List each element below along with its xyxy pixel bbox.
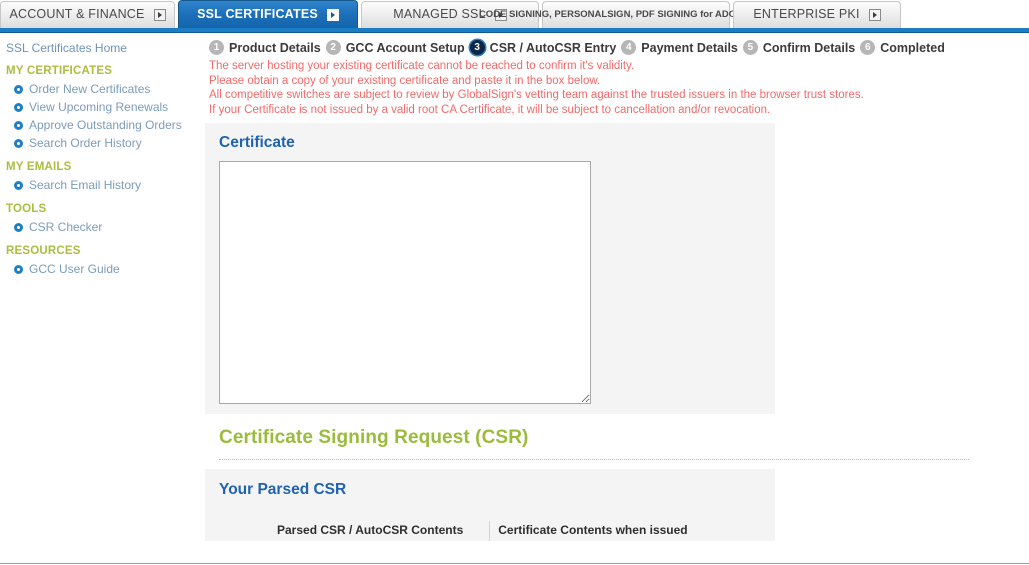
sidebar-item-label: Search Email History bbox=[29, 178, 142, 192]
sidebar-item-label: Order New Certificates bbox=[29, 82, 151, 96]
sidebar-item-csr-checker[interactable]: CSR Checker bbox=[5, 218, 205, 236]
tab-label: ACCOUNT & FINANCE bbox=[9, 7, 145, 22]
column-header-certificate-contents: Certificate Contents when issued bbox=[489, 521, 714, 542]
tab-ssl-certificates[interactable]: SSL CERTIFICATES bbox=[178, 0, 358, 28]
step-label: Completed bbox=[880, 40, 945, 55]
step-label: CSR / AutoCSR Entry bbox=[489, 40, 617, 55]
step-number: 5 bbox=[742, 40, 758, 55]
step-label: GCC Account Setup bbox=[345, 40, 465, 55]
warning-message: The server hosting your existing certifi… bbox=[205, 59, 1029, 117]
parsed-csr-panel: Your Parsed CSR Parsed CSR / AutoCSR Con… bbox=[205, 469, 775, 542]
parsed-csr-title: Your Parsed CSR bbox=[219, 481, 347, 499]
bullet-icon bbox=[14, 138, 23, 148]
certificate-section-title: Certificate bbox=[219, 134, 295, 152]
step-number: 2 bbox=[325, 40, 341, 55]
step-label: Confirm Details bbox=[762, 40, 856, 55]
step-number: 6 bbox=[860, 40, 876, 55]
sidebar-item-ssl-certificates-home[interactable]: SSL Certificates Home bbox=[5, 41, 205, 65]
warning-line-2: Please obtain a copy of your existing ce… bbox=[209, 74, 601, 87]
sidebar-group-title: MY CERTIFICATES bbox=[6, 65, 113, 77]
step-number: 4 bbox=[621, 40, 637, 55]
step-product-details[interactable]: 1 Product Details bbox=[209, 40, 321, 55]
tab-enterprise-pki[interactable]: ENTERPRISE PKI bbox=[733, 1, 901, 28]
sidebar-group-title: RESOURCES bbox=[6, 245, 81, 257]
step-confirm-details[interactable]: 5 Confirm Details bbox=[742, 40, 856, 55]
tab-label: ENTERPRISE PKI bbox=[753, 7, 860, 22]
main-content: 1 Product Details 2 GCC Account Setup 3 … bbox=[205, 33, 1029, 563]
sidebar-item-view-upcoming-renewals[interactable]: View Upcoming Renewals bbox=[5, 98, 205, 116]
step-number: 1 bbox=[209, 40, 224, 55]
sidebar-item-search-order-history[interactable]: Search Order History bbox=[5, 134, 205, 152]
sidebar-item-order-new-certificates[interactable]: Order New Certificates bbox=[5, 80, 205, 98]
step-completed[interactable]: 6 Completed bbox=[860, 40, 945, 55]
sidebar-item-approve-outstanding-orders[interactable]: Approve Outstanding Orders bbox=[5, 116, 205, 134]
dropdown-icon[interactable] bbox=[326, 8, 339, 21]
column-header-parsed-csr-contents: Parsed CSR / AutoCSR Contents bbox=[277, 523, 464, 538]
sidebar-item-label: GCC User Guide bbox=[29, 262, 120, 276]
warning-line-1: The server hosting your existing certifi… bbox=[209, 60, 635, 72]
sidebar-group-my-certificates: MY CERTIFICATES Order New Certificates V… bbox=[5, 65, 205, 152]
sidebar-item-label: Search Order History bbox=[29, 136, 142, 150]
sidebar-item-label: CSR Checker bbox=[29, 220, 103, 234]
tab-code-signing[interactable]: CODE SIGNING, PERSONALSIGN, PDF SIGNING … bbox=[479, 1, 794, 28]
certificate-panel: Certificate bbox=[205, 123, 775, 415]
main-tab-bar: ACCOUNT & FINANCE SSL CERTIFICATES MANAG… bbox=[0, 0, 1029, 28]
dropdown-icon[interactable] bbox=[868, 9, 881, 21]
sidebar-group-title: TOOLS bbox=[6, 203, 47, 215]
sidebar-item-label: Approve Outstanding Orders bbox=[29, 118, 182, 132]
step-payment-details[interactable]: 4 Payment Details bbox=[621, 40, 738, 55]
step-label: Product Details bbox=[229, 40, 321, 55]
tab-account-and-finance[interactable]: ACCOUNT & FINANCE bbox=[0, 1, 175, 28]
table-header-row: Parsed CSR / AutoCSR Contents Certificat… bbox=[269, 521, 714, 542]
step-label: Payment Details bbox=[641, 40, 738, 55]
sidebar-item-label: View Upcoming Renewals bbox=[29, 100, 169, 114]
csr-section-title: Certificate Signing Request (CSR) bbox=[219, 427, 529, 449]
step-progress-bar: 1 Product Details 2 GCC Account Setup 3 … bbox=[205, 40, 1029, 55]
bullet-icon bbox=[14, 120, 23, 130]
parsed-csr-table: Parsed CSR / AutoCSR Contents Certificat… bbox=[269, 521, 714, 542]
section-divider bbox=[219, 459, 969, 461]
step-gcc-account-setup[interactable]: 2 GCC Account Setup bbox=[325, 40, 465, 55]
sidebar: SSL Certificates Home MY CERTIFICATES Or… bbox=[0, 33, 205, 563]
bullet-icon bbox=[14, 84, 23, 94]
warning-line-3: All competitive switches are subject to … bbox=[209, 89, 864, 102]
panel-spacer bbox=[219, 404, 775, 414]
sidebar-group-my-emails: MY EMAILS Search Email History bbox=[5, 161, 205, 194]
bullet-icon bbox=[14, 180, 23, 190]
sidebar-item-gcc-user-guide[interactable]: GCC User Guide bbox=[5, 260, 205, 278]
bullet-icon bbox=[14, 102, 23, 112]
sidebar-group-resources: RESOURCES GCC User Guide bbox=[5, 245, 205, 278]
tab-label: MANAGED SSL bbox=[393, 7, 486, 22]
tab-label: SSL CERTIFICATES bbox=[197, 6, 318, 21]
tab-label: CODE SIGNING, PERSONALSIGN, PDF SIGNING … bbox=[478, 9, 773, 21]
page-body: SSL Certificates Home MY CERTIFICATES Or… bbox=[0, 33, 1029, 564]
tab-bar-underline bbox=[0, 28, 1029, 33]
sidebar-group-title: MY EMAILS bbox=[6, 161, 72, 173]
certificate-textarea[interactable] bbox=[219, 161, 591, 405]
step-number: 3 bbox=[469, 40, 485, 55]
bullet-icon bbox=[14, 264, 23, 274]
warning-line-4: If your Certificate is not issued by a v… bbox=[209, 103, 771, 116]
step-csr-autocsr-entry[interactable]: 3 CSR / AutoCSR Entry bbox=[469, 40, 617, 55]
dropdown-icon[interactable] bbox=[153, 9, 166, 21]
bullet-icon bbox=[14, 222, 23, 232]
sidebar-group-tools: TOOLS CSR Checker bbox=[5, 203, 205, 236]
sidebar-item-search-email-history[interactable]: Search Email History bbox=[5, 176, 205, 194]
